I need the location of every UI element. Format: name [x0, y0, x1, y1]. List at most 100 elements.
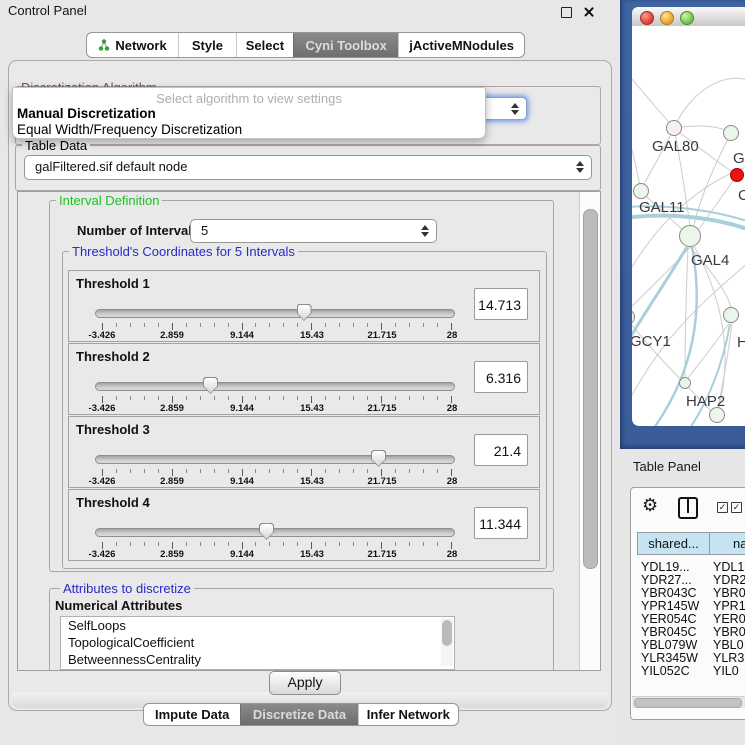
network-icon: [98, 39, 110, 51]
scrollbar-thumb[interactable]: [634, 698, 742, 708]
tick-label: 28: [422, 476, 482, 487]
tab-jactivemnodules[interactable]: jActiveMNodules: [398, 33, 524, 57]
tick-mark: [214, 396, 215, 400]
tick-mark: [395, 469, 396, 473]
table-row[interactable]: YIL052CYIL0: [631, 664, 745, 677]
column-selector-icon[interactable]: [678, 497, 698, 519]
slider-thumb[interactable]: [259, 523, 274, 540]
threshold-slider-4[interactable]: [95, 523, 455, 541]
float-window-icon[interactable]: [561, 7, 572, 18]
slider-thumb[interactable]: [371, 450, 386, 467]
tick-mark: [228, 469, 229, 473]
tick-mark: [297, 396, 298, 400]
tab-cyni-toolbox[interactable]: Cyni Toolbox: [293, 33, 398, 57]
checkbox-icon[interactable]: ✓: [731, 502, 742, 513]
threshold-slider-2[interactable]: [95, 377, 455, 395]
zoom-traffic-light-icon[interactable]: [680, 11, 694, 25]
threshold-panel-1: Threshold 1-3.4262.8599.14415.4321.71528…: [68, 270, 540, 342]
tick-mark: [214, 469, 215, 473]
tick-mark: [451, 396, 452, 403]
bottom-tab-discretize-data[interactable]: Discretize Data: [240, 704, 357, 725]
slider-track: [95, 309, 455, 318]
tab-style[interactable]: Style: [178, 33, 235, 57]
tick-mark: [381, 396, 382, 403]
attributes-group-title: Attributes to discretize: [60, 581, 194, 596]
network-node[interactable]: [666, 120, 682, 136]
apply-button[interactable]: Apply: [269, 671, 341, 695]
bottom-tab-infer-network[interactable]: Infer Network: [358, 704, 458, 725]
table-row[interactable]: YPR145WYPR1: [631, 599, 745, 612]
threshold-slider-3[interactable]: [95, 450, 455, 468]
network-node[interactable]: [679, 225, 701, 247]
table-horizontal-scrollbar[interactable]: [632, 696, 745, 708]
table-row[interactable]: YLR345WYLR3: [631, 651, 745, 664]
tick-mark: [214, 542, 215, 546]
tick-mark: [269, 469, 270, 473]
attribute-list-item[interactable]: TopologicalCoefficient: [61, 634, 454, 651]
network-window-titlebar[interactable]: [632, 7, 745, 27]
table-row[interactable]: YBR045CYBR0: [631, 625, 745, 638]
close-icon[interactable]: [583, 6, 595, 18]
scrollbar-thumb[interactable]: [583, 209, 598, 569]
table-cell-shared-name: YBR043C: [641, 586, 697, 600]
threshold-value-field[interactable]: 11.344: [474, 507, 528, 539]
attribute-list-item[interactable]: BetweennessCentrality: [61, 651, 454, 668]
popup-option-equal-width-frequency[interactable]: Equal Width/Frequency Discretization: [17, 122, 242, 137]
table-row[interactable]: YBL079WYBL0: [631, 638, 745, 651]
table-cell-name: YER0: [713, 612, 745, 626]
table-row[interactable]: YBR043CYBR0: [631, 586, 745, 599]
table-cell-shared-name: YPR145W: [641, 599, 699, 613]
network-canvas[interactable]: GAL80GCGAL11GAL4GCY1HHAP2: [632, 26, 745, 426]
network-node[interactable]: [633, 183, 649, 199]
tab-label: Network: [115, 38, 166, 53]
control-panel-title: Control Panel: [8, 3, 87, 18]
tick-mark: [116, 323, 117, 327]
table-row[interactable]: YDR27...YDR2: [631, 573, 745, 586]
tick-mark: [200, 396, 201, 400]
table-cell-name: YBR0: [713, 625, 745, 639]
threshold-value-field[interactable]: 6.316: [474, 361, 528, 393]
popup-option-manual-discretization[interactable]: Manual Discretization: [17, 106, 156, 121]
attribute-list-item[interactable]: SelfLoops: [61, 617, 454, 634]
tab-select[interactable]: Select: [236, 33, 293, 57]
tick-label: 15.43: [282, 330, 342, 341]
network-node[interactable]: [679, 377, 691, 389]
tick-mark: [367, 323, 368, 327]
tab-network[interactable]: Network: [87, 33, 178, 57]
slider-thumb[interactable]: [203, 377, 218, 394]
bottom-tab-label: Impute Data: [155, 707, 229, 722]
table-cell-name: YIL0: [713, 664, 739, 678]
network-node[interactable]: [723, 307, 739, 323]
table-row[interactable]: YDL19...YDL1: [631, 560, 745, 573]
minimize-traffic-light-icon[interactable]: [660, 11, 674, 25]
number-of-intervals-combobox[interactable]: 5: [190, 219, 437, 243]
tick-mark: [172, 542, 173, 549]
tab-label: Select: [246, 38, 284, 53]
threshold-panel-3: Threshold 3-3.4262.8599.14415.4321.71528…: [68, 416, 540, 488]
tick-label: 28: [422, 549, 482, 560]
tick-mark: [297, 542, 298, 546]
settings-vertical-scrollbar[interactable]: [579, 192, 600, 670]
table-row[interactable]: YER054CYER0: [631, 612, 745, 625]
table-data-group-title: Table Data: [22, 138, 90, 153]
checkbox-icon[interactable]: ✓: [717, 502, 728, 513]
close-traffic-light-icon[interactable]: [640, 11, 654, 25]
bottom-tab-impute-data[interactable]: Impute Data: [144, 704, 240, 725]
slider-thumb[interactable]: [297, 304, 312, 321]
column-header-name[interactable]: na: [709, 532, 745, 555]
threshold-value-field[interactable]: 21.4: [474, 434, 528, 466]
network-node[interactable]: [730, 168, 744, 182]
tick-mark: [437, 396, 438, 400]
threshold-value-field[interactable]: 14.713: [474, 288, 528, 320]
gear-icon[interactable]: ⚙: [642, 495, 658, 515]
algorithm-dropdown-popup: Select algorithm to view settings Manual…: [12, 87, 486, 139]
tick-mark: [339, 469, 340, 473]
attributes-scrollbar[interactable]: [441, 618, 453, 666]
numerical-attributes-list[interactable]: SelfLoopsTopologicalCoefficientBetweenne…: [60, 616, 455, 670]
threshold-slider-1[interactable]: [95, 304, 455, 322]
column-header-shared-name[interactable]: shared...: [637, 532, 710, 555]
network-node[interactable]: [723, 125, 739, 141]
table-data-combobox[interactable]: galFiltered.sif default node: [24, 155, 592, 180]
tick-label: 28: [422, 403, 482, 414]
scrollbar-thumb[interactable]: [442, 620, 452, 646]
